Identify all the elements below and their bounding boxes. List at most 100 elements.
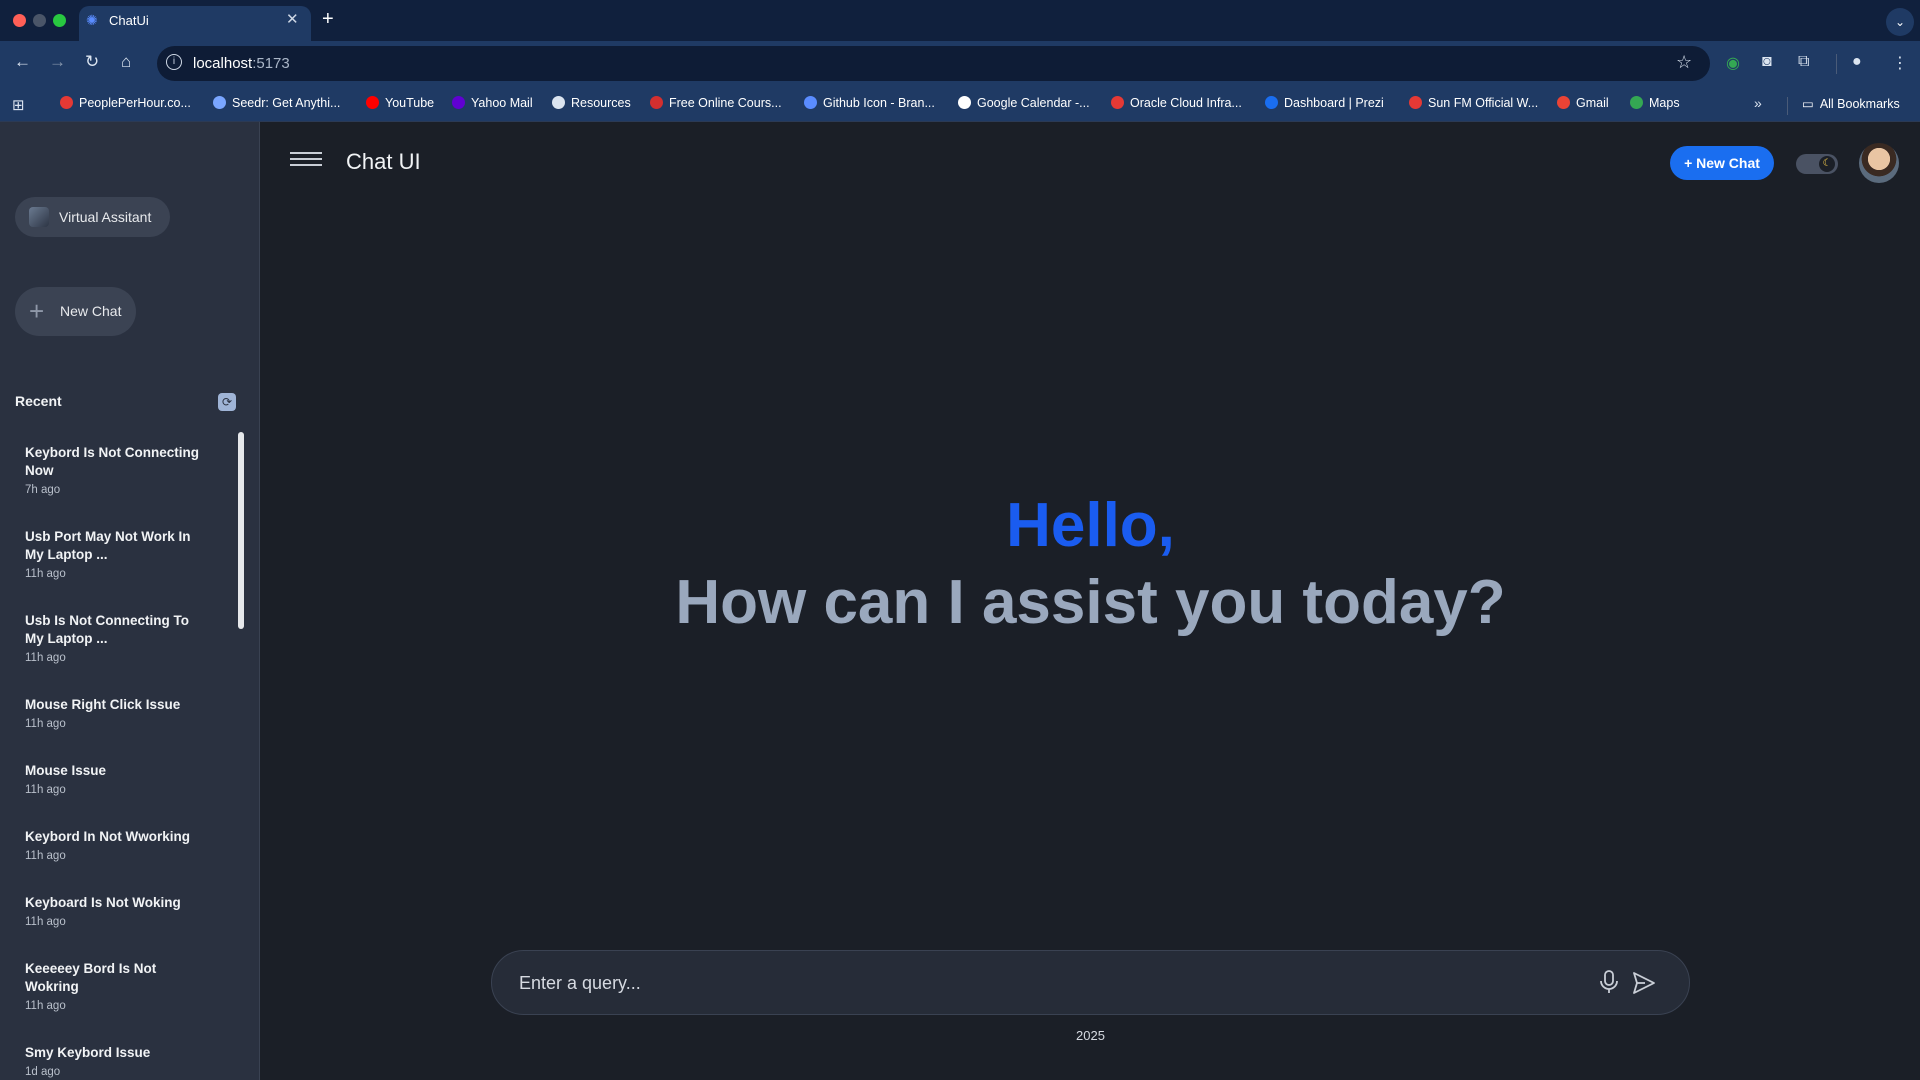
header-new-chat-button[interactable]: + New Chat — [1670, 146, 1774, 180]
profile-icon[interactable]: ● — [1852, 53, 1862, 71]
bookmark-label: Free Online Cours... — [669, 96, 782, 110]
back-arrow-icon[interactable]: ← — [14, 52, 31, 72]
history-item-title: Usb Is Not Connecting To My Laptop ... — [25, 613, 189, 646]
assist-prompt-text: How can I assist you today? — [675, 568, 1506, 637]
history-item-title: Keybord In Not Wworking — [25, 829, 190, 844]
tab-search-chevron-icon[interactable]: ⌄ — [1886, 8, 1914, 36]
history-item[interactable]: Smy Keybord Issue 1d ago — [25, 1044, 210, 1078]
send-icon[interactable] — [1631, 970, 1657, 996]
bookmark-favicon-icon — [1557, 96, 1570, 109]
bookmarks-divider — [1787, 97, 1788, 115]
window-close-button[interactable] — [13, 14, 26, 27]
bookmark-favicon-icon — [1111, 96, 1124, 109]
site-info-icon[interactable]: i — [166, 54, 182, 70]
bookmark-favicon-icon — [552, 96, 565, 109]
camera-extension-icon[interactable]: ◙ — [1762, 53, 1772, 71]
bookmark-item[interactable]: YouTube — [366, 96, 434, 110]
apps-grid-icon[interactable]: ⊞ — [12, 96, 25, 114]
bookmark-label: Yahoo Mail — [471, 96, 533, 110]
bookmark-label: Github Icon - Bran... — [823, 96, 935, 110]
history-item-title: Keybord Is Not Connecting Now — [25, 445, 200, 478]
bookmark-item[interactable]: Google Calendar -... — [958, 96, 1090, 110]
history-item-time: 11h ago — [25, 1000, 66, 1012]
history-item-title: Mouse Right Click Issue — [25, 697, 181, 712]
history-scrollbar[interactable] — [238, 432, 244, 629]
forward-arrow-icon[interactable]: → — [49, 52, 66, 72]
bookmark-item[interactable]: Free Online Cours... — [650, 96, 782, 110]
sidebar-new-chat-button[interactable]: + New Chat — [15, 287, 136, 336]
history-item[interactable]: Keyboard Is Not Woking 11h ago — [25, 894, 210, 928]
history-item[interactable]: Keybord In Not Wworking 11h ago — [25, 828, 210, 862]
new-chat-label: New Chat — [60, 303, 122, 319]
bookmark-item[interactable]: Maps — [1630, 96, 1680, 110]
history-item-time: 11h ago — [25, 718, 66, 730]
browser-menu-icon[interactable]: ⋮ — [1892, 53, 1908, 73]
refresh-icon[interactable]: ⟳ — [218, 393, 236, 411]
bookmark-item[interactable]: Sun FM Official W... — [1409, 96, 1538, 110]
bookmark-item[interactable]: Gmail — [1557, 96, 1609, 110]
user-avatar[interactable] — [1859, 143, 1899, 183]
home-icon[interactable]: ⌂ — [121, 52, 131, 72]
query-input[interactable] — [519, 969, 1569, 997]
bookmark-item[interactable]: Resources — [552, 96, 631, 110]
history-item[interactable]: Usb Port May Not Work In My Laptop ... 11… — [25, 528, 210, 580]
bookmark-item[interactable]: Dashboard | Prezi — [1265, 96, 1384, 110]
grammarly-extension-icon[interactable]: ◉ — [1726, 53, 1740, 73]
extensions-puzzle-icon[interactable]: ⧉ — [1798, 53, 1809, 71]
bookmark-star-icon[interactable]: ☆ — [1676, 52, 1692, 73]
history-item-time: 11h ago — [25, 784, 66, 796]
history-item-time: 11h ago — [25, 568, 66, 580]
app-title: Chat UI — [346, 149, 421, 174]
bookmark-favicon-icon — [958, 96, 971, 109]
tab-close-icon[interactable]: ✕ — [286, 10, 299, 28]
bookmark-label: Resources — [571, 96, 631, 110]
assistant-avatar — [29, 207, 49, 227]
address-url[interactable]: localhost:5173 — [193, 55, 290, 72]
bookmark-item[interactable]: Yahoo Mail — [452, 96, 533, 110]
bookmark-label: Dashboard | Prezi — [1284, 96, 1384, 110]
history-item[interactable]: Mouse Issue 11h ago — [25, 762, 210, 796]
bookmark-favicon-icon — [1265, 96, 1278, 109]
bookmark-item[interactable]: Github Icon - Bran... — [804, 96, 935, 110]
bookmark-favicon-icon — [213, 96, 226, 109]
bookmark-label: PeoplePerHour.co... — [79, 96, 191, 110]
bookmark-favicon-icon — [650, 96, 663, 109]
history-item[interactable]: Keeeeey Bord Is Not Wokring 11h ago — [25, 960, 210, 1012]
footer-year: 2025 — [1076, 1028, 1105, 1043]
bookmark-favicon-icon — [452, 96, 465, 109]
toolbar-divider — [1836, 54, 1837, 74]
new-tab-icon[interactable]: + — [322, 8, 334, 31]
history-item-time: 7h ago — [25, 484, 61, 496]
reload-icon[interactable]: ↻ — [85, 52, 99, 72]
bookmark-favicon-icon — [1409, 96, 1422, 109]
history-item[interactable]: Mouse Right Click Issue 11h ago — [25, 696, 210, 730]
main-panel: Chat UI + New Chat ☾ Hello, How can I as… — [261, 122, 1920, 1080]
history-item-title: Keyboard Is Not Woking — [25, 895, 181, 910]
hamburger-menu-icon[interactable] — [290, 152, 322, 172]
history-item-time: 11h ago — [25, 916, 66, 928]
theme-toggle[interactable]: ☾ — [1796, 154, 1838, 174]
bookmark-item[interactable]: Seedr: Get Anythi... — [213, 96, 340, 110]
bookmark-label: Gmail — [1576, 96, 1609, 110]
all-bookmarks-link[interactable]: ▭ All Bookmarks — [1802, 96, 1900, 111]
history-item-time: 1d ago — [25, 1066, 61, 1078]
bookmark-label: Maps — [1649, 96, 1680, 110]
bookmark-item[interactable]: Oracle Cloud Infra... — [1111, 96, 1242, 110]
history-item-title: Keeeeey Bord Is Not Wokring — [25, 961, 157, 994]
window-minimize-button[interactable] — [33, 14, 46, 27]
virtual-assistant-pill[interactable]: Virtual Assitant — [15, 197, 170, 237]
microphone-icon[interactable] — [1598, 969, 1620, 995]
history-item-time: 11h ago — [25, 652, 66, 664]
history-item[interactable]: Keybord Is Not Connecting Now 7h ago — [25, 444, 210, 496]
address-bar[interactable] — [157, 46, 1710, 81]
bookmark-label: Oracle Cloud Infra... — [1130, 96, 1242, 110]
bookmark-item[interactable]: PeoplePerHour.co... — [60, 96, 191, 110]
window-zoom-button[interactable] — [53, 14, 66, 27]
tab-favicon-icon: ✺ — [86, 12, 98, 28]
history-item[interactable]: Usb Is Not Connecting To My Laptop ... 11… — [25, 612, 210, 664]
assistant-label: Virtual Assitant — [59, 209, 152, 225]
sidebar: Virtual Assitant + New Chat Recent ⟳ Key… — [0, 122, 260, 1080]
query-box — [491, 950, 1690, 1015]
moon-icon: ☾ — [1819, 156, 1835, 172]
bookmarks-overflow-icon[interactable]: » — [1754, 95, 1762, 111]
